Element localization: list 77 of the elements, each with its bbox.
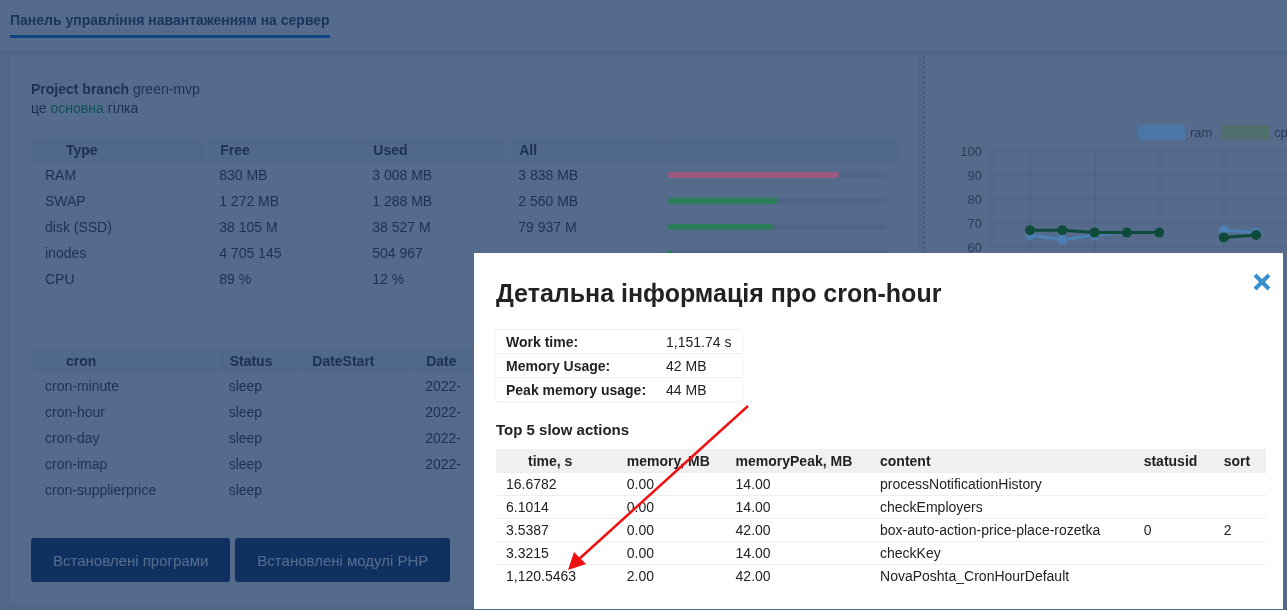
close-icon[interactable]	[1253, 273, 1271, 291]
column-header: memoryPeak, MB	[735, 452, 853, 469]
table-cell: 38 527 M	[372, 218, 431, 235]
column-header: sort	[1223, 452, 1251, 469]
table-cell: cron-day	[45, 429, 100, 446]
table-cell: 504 967	[372, 244, 423, 261]
branch-name: green-mvp	[132, 81, 200, 97]
branch-note: це	[31, 100, 47, 116]
data-point	[1218, 232, 1229, 243]
table-cell: cron-supplierprice	[45, 481, 157, 498]
data-point	[1025, 225, 1035, 236]
table-cell: 1,120.5463	[506, 568, 577, 584]
table-cell: disk (SSD)	[45, 218, 112, 235]
table-cell: 14.00	[735, 476, 771, 492]
table-cell: NovaPoshta_CronHourDefault	[880, 568, 1070, 584]
table-cell: 79 937 M	[518, 218, 577, 235]
info-label: Work time:	[506, 333, 579, 350]
info-value: 44 MB	[666, 381, 707, 398]
table-cell: 3.3215	[506, 545, 549, 561]
table-cell: 2022-	[425, 403, 461, 420]
section-title: Top 5 slow actions	[496, 421, 631, 438]
table-cell: CPU	[45, 270, 75, 287]
table-cell: inodes	[45, 244, 87, 261]
table-cell: cron-minute	[45, 377, 119, 394]
table-cell: checkKey	[880, 545, 941, 561]
table-cell: sleep	[228, 455, 263, 472]
table-cell: 1 272 MB	[219, 192, 280, 209]
info-value: 42 MB	[666, 357, 707, 374]
table-cell: sleep	[228, 429, 263, 446]
dialog-title: Детальна інформація про cron-hour	[496, 278, 943, 309]
table-cell: sleep	[228, 403, 263, 420]
table-cell: 0.00	[626, 476, 655, 492]
column-header: time, s	[528, 452, 573, 469]
table-cell: 3 838 MB	[518, 166, 579, 183]
table-cell: 2022-	[425, 377, 461, 394]
branch-note: гілка	[107, 100, 139, 116]
table-cell: 2 560 MB	[518, 192, 579, 209]
info-value: 1,151.74 s	[666, 333, 732, 350]
table-cell: cron-hour	[45, 403, 105, 420]
data-point	[1057, 234, 1068, 245]
table-cell: cron-imap	[45, 455, 108, 472]
table-cell: 89 %	[219, 270, 252, 287]
table-cell: 42.00	[735, 522, 771, 538]
table-cell: processNotificationHistory	[880, 476, 1042, 492]
table-cell: 2022-	[425, 455, 461, 472]
table-cell: 4 705 145	[219, 244, 282, 261]
data-point	[1057, 225, 1068, 236]
table-cell: 38 105 M	[219, 218, 278, 235]
table-cell: 14.00	[735, 545, 771, 561]
table-cell: 14.00	[735, 499, 771, 515]
table-cell: 2022-	[425, 429, 461, 446]
table-cell: sleep	[228, 481, 263, 498]
table-cell: SWAP	[45, 192, 86, 209]
table-cell: 3.5387	[506, 522, 549, 538]
info-label: Peak memory usage:	[506, 381, 647, 398]
column-header: memory, MB	[626, 452, 710, 469]
column-header: content	[880, 452, 931, 469]
column-header: statusid	[1143, 452, 1198, 469]
table-cell: 1 288 MB	[372, 192, 433, 209]
table-cell: sleep	[228, 377, 263, 394]
table-cell: 6.1014	[506, 499, 549, 515]
table-cell: 12 %	[372, 270, 405, 287]
table-cell: checkEmployers	[880, 499, 983, 515]
branch-label: Project branch	[31, 81, 130, 97]
table-cell: 830 MB	[219, 166, 268, 183]
table-cell: 16.6782	[506, 476, 557, 492]
table-cell: 0.00	[626, 545, 655, 561]
table-cell: 2	[1223, 522, 1232, 538]
table-cell: 3 008 MB	[372, 166, 433, 183]
table-cell: 0.00	[626, 522, 655, 538]
table-cell: 42.00	[735, 568, 771, 584]
branch-note-highlight: основна	[50, 100, 104, 116]
table-cell: 2.00	[626, 568, 655, 584]
info-label: Memory Usage:	[506, 357, 611, 374]
table-cell: 0	[1143, 522, 1152, 538]
table-cell: RAM	[45, 166, 77, 183]
table-cell: box-auto-action-price-place-rozetka	[880, 522, 1101, 538]
